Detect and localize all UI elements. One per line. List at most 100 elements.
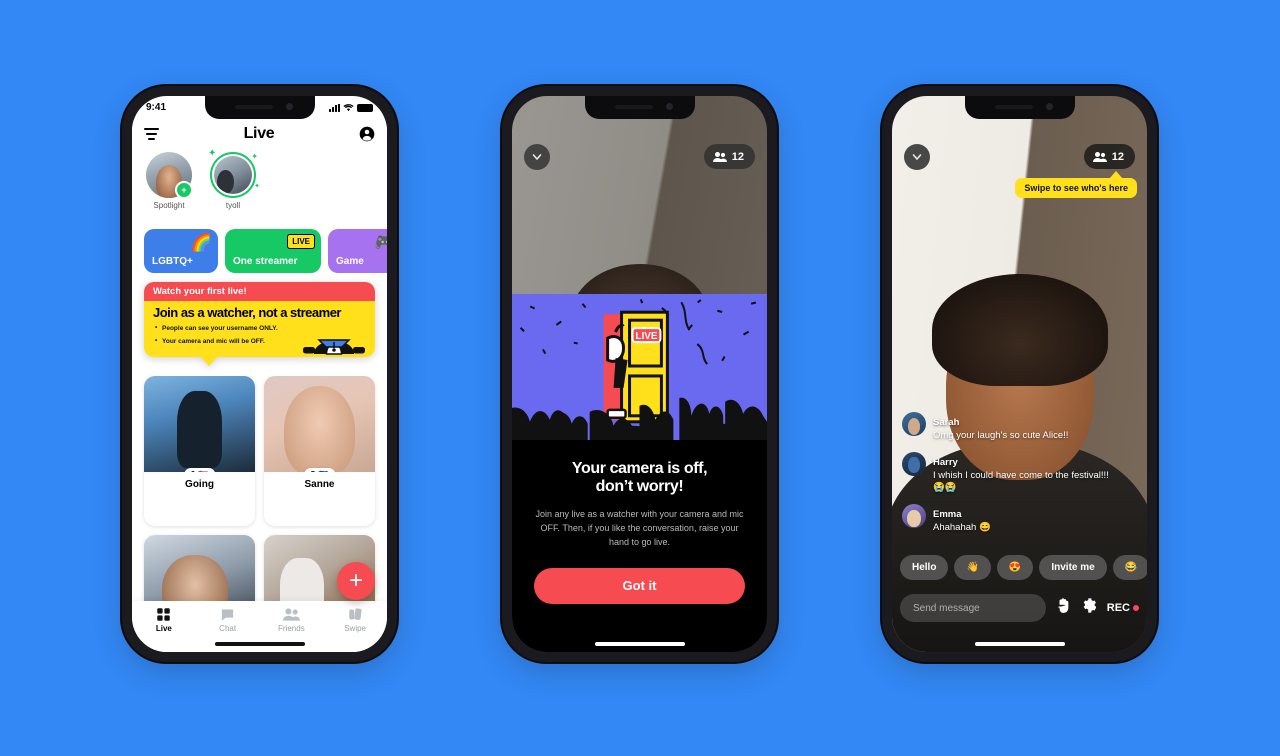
sheet-body: Join any live as a watcher with your cam… [535,508,744,547]
country-flag-icon: 🇺🇸 [198,470,208,472]
send-message-input[interactable]: Send message [900,594,1046,622]
home-indicator [594,642,685,646]
chat-bubble-icon [196,606,260,622]
chip-lgbtq[interactable]: 🌈 LGBTQ+ [144,229,218,273]
record-label: REC [1106,602,1130,614]
chat-author: Emma [933,509,962,521]
raise-hand-icon [1057,598,1069,614]
chat-text: Ahahahah 😄 [933,522,991,534]
sheet-headline: Your camera is off, don’t worry! [534,460,745,496]
swipe-tooltip: Swipe to see who's here [1015,171,1137,198]
chat-text: Omg your laugh's so cute Alice!! [933,429,1069,441]
quick-reply-heart-eyes[interactable]: 😍 [996,555,1034,580]
chip-one-streamer[interactable]: LIVE One streamer [225,229,321,273]
chat-message: Sarah Omg your laugh's so cute Alice!! [902,411,1113,443]
sheet-headline-line1: Your camera is off, [571,460,708,477]
create-live-button[interactable]: + [337,562,375,600]
sheet-headline-line2: don’t worry! [595,477,684,495]
sparkle-icon: ✦ [208,148,217,159]
battery-icon [357,103,373,112]
screenshot-stage: 9:41 Live + Spotlight ✦ ✦ ✦ tyoll 🌈 LGBT… [0,0,1280,756]
phone-2-screen: 12 LIVE Your camera is off, don’t worry!… [512,96,767,652]
viewer-count: 3 [191,470,195,472]
avatar [902,411,926,436]
quick-reply-hello[interactable]: Hello [900,555,949,580]
record-button[interactable]: REC [1107,602,1139,614]
collapse-button[interactable] [524,144,550,170]
tab-label: Friends [278,624,305,633]
story-label: Spotlight [153,201,185,210]
live-card-name: Sanne [304,479,335,490]
chevron-down-icon [532,154,542,160]
story-tyoll[interactable]: ✦ ✦ ✦ tyoll [208,148,260,210]
tab-label: Chat [219,624,237,633]
phone-2-frame: 12 LIVE Your camera is off, don’t worry!… [502,86,777,662]
tab-label: Live [155,624,172,633]
account-circle-icon[interactable] [359,126,375,142]
tab-label: Swipe [344,624,367,633]
onboarding-banner[interactable]: Watch your first live! Join as a watcher… [144,282,375,367]
wifi-icon [343,104,354,112]
quick-reply-invite-me[interactable]: Invite me [1039,555,1107,580]
add-story-badge[interactable]: + [175,181,193,199]
category-chips: 🌈 LGBTQ+ LIVE One streamer 🎮 Game [132,229,387,273]
live-card-name: Going [185,479,214,490]
banner-kicker: Watch your first live! [144,282,375,301]
people-icon [712,151,727,162]
country-flag-icon: 🇵🇭 [318,470,328,472]
chat-message: Harry I whish I could have come to the f… [902,451,1113,496]
tab-live[interactable]: Live [132,606,196,633]
home-indicator [214,642,305,646]
viewer-count-badge: 3 🇺🇸 [183,468,216,472]
phone-1-header: Live [132,119,387,149]
notch [964,96,1075,119]
collapse-button[interactable] [904,144,930,170]
avatar [902,451,926,476]
people-icon [260,606,324,622]
stories-row: + Spotlight ✦ ✦ ✦ tyoll [132,148,387,210]
crowd-illustration: LIVE [512,294,767,440]
live-badge-icon: LIVE [287,234,315,249]
cellular-signal-icon [329,103,340,112]
viewer-count-pill[interactable]: 12 [703,144,755,169]
avatar [902,504,926,529]
raise-hand-button[interactable] [1055,597,1072,619]
quick-reply-laugh[interactable]: 😂 [1112,555,1147,580]
quick-reply-wave[interactable]: 👋 [954,555,991,580]
chat-text: I whish I could have come to the festiva… [933,469,1109,494]
sparkle-icon: ✦ [254,183,260,190]
live-card[interactable]: 5 🇵🇭 Sanne [264,376,375,526]
rainbow-icon: 🌈 [190,233,212,252]
tab-swipe[interactable]: Swipe [323,606,387,633]
svg-text:LIVE: LIVE [635,331,657,342]
got-it-button[interactable]: Got it [534,567,745,604]
tab-chat[interactable]: Chat [196,606,260,633]
chip-label: LGBTQ+ [152,256,193,267]
banner-headline: Join as a watcher, not a streamer [153,305,341,320]
chip-game[interactable]: 🎮 Game [328,229,387,273]
home-indicator [974,642,1065,646]
page-title: Live [243,125,275,142]
phone-3-frame: 12 Swipe to see who's here Sarah Omg you… [882,86,1157,662]
viewer-count-badge: 5 🇵🇭 [303,468,336,472]
grid-icon [132,606,196,622]
viewer-count-pill[interactable]: 12 [1083,144,1135,169]
story-spotlight[interactable]: + Spotlight [144,152,194,210]
settings-button[interactable] [1081,597,1098,619]
notch [584,96,695,119]
phone-1-frame: 9:41 Live + Spotlight ✦ ✦ ✦ tyoll 🌈 LGBT… [122,86,397,662]
gear-icon [1083,598,1096,613]
quick-reply-row: Hello 👋 😍 Invite me 😂 [900,555,1147,580]
tab-friends[interactable]: Friends [260,606,324,633]
record-dot-icon [1133,605,1139,611]
gamepad-icon: 🎮 [374,233,387,252]
live-card[interactable]: 3 🇺🇸 Going [144,376,255,526]
viewer-count: 12 [731,150,744,163]
filter-icon[interactable] [144,127,159,141]
sparkle-icon: ✦ [251,152,258,161]
chat-message-list: Sarah Omg your laugh's so cute Alice!! H… [902,411,1113,544]
story-label: tyoll [225,201,241,210]
status-time: 9:41 [146,102,167,113]
chat-message: Emma Ahahahah 😄 [902,504,1113,535]
cards-swipe-icon [323,606,387,622]
